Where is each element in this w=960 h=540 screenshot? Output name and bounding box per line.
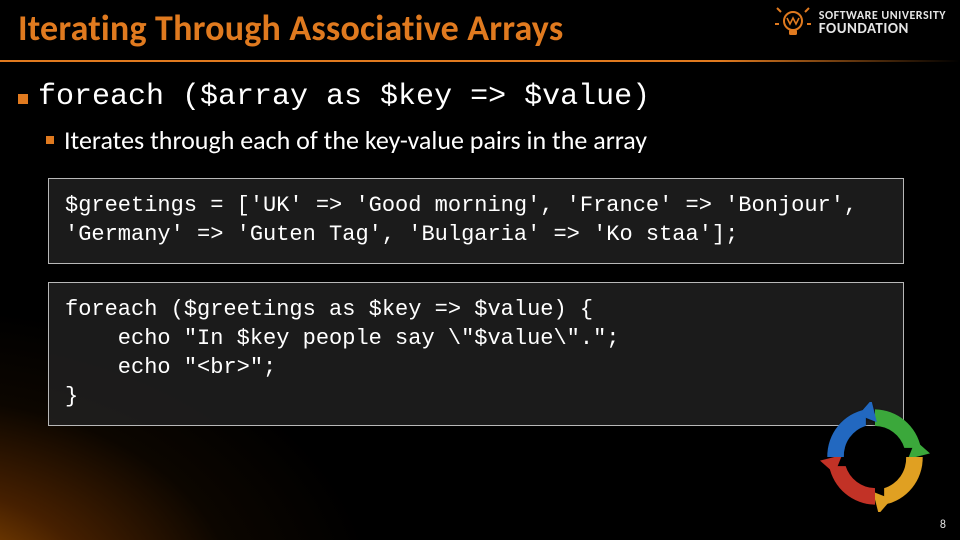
bullet-level2: Iterates through each of the key-value p… [46,124,910,156]
bullet2-text: Iterates through each of the key-value p… [64,124,647,156]
code-block-1: $greetings = ['UK' => 'Good morning', 'F… [48,178,904,264]
slide-body: foreach ($array as $key => $value) Itera… [18,80,910,426]
brand-text: SOFTWARE UNIVERSITY FOUNDATION [819,10,946,38]
bullet1-text: foreach ($array as $key => $value) [38,80,650,114]
brand-logo: SOFTWARE UNIVERSITY FOUNDATION [775,6,946,42]
bullet-level1: foreach ($array as $key => $value) [18,80,910,114]
bullet-square-icon [18,94,28,104]
slide-title: Iterating Through Associative Arrays [18,6,563,50]
brand-line2: FOUNDATION [819,22,946,38]
bullet-square-icon [46,136,54,144]
page-number: 8 [940,518,946,532]
code-text: $greetings = ['UK' => 'Good morning', 'F… [65,191,887,249]
code-text: foreach ($greetings as $key => $value) {… [65,295,887,411]
code-block-2: foreach ($greetings as $key => $value) {… [48,282,904,426]
cycle-arrows-icon [820,402,930,512]
lightbulb-icon [775,6,811,42]
title-underline [0,60,960,62]
slide: Iterating Through Associative Arrays SOF… [0,0,960,540]
